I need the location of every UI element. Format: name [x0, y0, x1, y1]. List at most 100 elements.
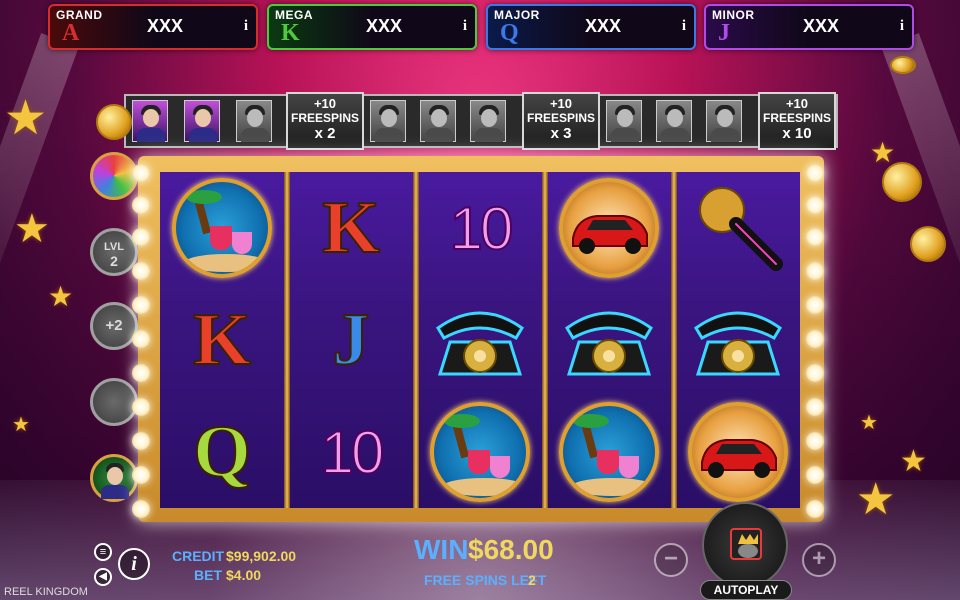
free-spins-left-value: 2	[528, 572, 536, 588]
info-icon[interactable]: i	[463, 18, 467, 35]
info-icon[interactable]: i	[244, 18, 248, 35]
bulb-light	[132, 500, 150, 518]
sound-button[interactable]: ◀	[94, 568, 112, 586]
gold-coin-icon	[910, 226, 946, 262]
multiplier-badge-icon	[90, 378, 138, 426]
star-icon: ★	[12, 414, 30, 436]
number-10-symbol: 10	[295, 400, 407, 504]
cocktail-coin-icon	[553, 400, 665, 504]
free-spins-prize: +10 FREESPINS x 3	[522, 92, 600, 150]
star-icon: ★	[860, 412, 878, 434]
credit-label: CREDIT	[172, 548, 225, 564]
level-badge: LVL 2	[90, 228, 138, 276]
symbol-text: J	[332, 298, 371, 382]
bulb-light	[806, 432, 824, 450]
bulb-light	[806, 296, 824, 314]
bulb-light	[132, 196, 150, 214]
jackpot-value: XXX	[146, 16, 184, 36]
bulb-light	[132, 330, 150, 348]
cocktail-coin-icon	[424, 400, 536, 504]
number-10-symbol: 10	[424, 176, 536, 280]
bulb-light	[806, 262, 824, 280]
prize-multiplier: x 2	[314, 125, 336, 142]
telephone-icon	[682, 288, 794, 392]
bulb-light	[132, 228, 150, 246]
autoplay-label: AUTOPLAY	[713, 583, 779, 597]
win-value: $68.00	[468, 534, 554, 565]
star-icon: ★	[900, 445, 927, 478]
bulb-light	[806, 364, 824, 382]
star-icon: ★	[14, 207, 50, 251]
gold-coin-icon	[96, 104, 132, 140]
letter-q-symbol: Q	[166, 400, 278, 504]
prize-label: FREESPINS	[290, 111, 359, 125]
empty-portrait-icon	[706, 100, 742, 142]
extra-spins-value: +2	[105, 317, 123, 334]
bulb-light	[132, 296, 150, 314]
bet-value: $4.00	[226, 567, 262, 583]
bulb-light	[806, 330, 824, 348]
jackpot-minor: MINOR J XXX i	[704, 4, 914, 50]
autoplay-button[interactable]: AUTOPLAY	[700, 580, 792, 600]
symbol-text: 10	[449, 194, 515, 263]
star-icon: ★	[48, 281, 74, 312]
credit-value: $99,902.00	[226, 548, 297, 564]
info-icon[interactable]: i	[900, 18, 904, 35]
spin-button[interactable]	[702, 502, 788, 588]
jackpot-value: XXX	[365, 16, 403, 36]
free-spins-prize: +10 FREESPINS x 10	[758, 92, 836, 150]
prize-spins: +10	[313, 96, 337, 111]
telephone-icon	[553, 288, 665, 392]
empty-portrait-icon	[420, 100, 456, 142]
menu-button[interactable]: ≡	[94, 543, 112, 561]
level-label: LVL	[104, 241, 124, 253]
symbol-text: 10	[320, 418, 386, 487]
bulb-light	[806, 164, 824, 182]
gorilla-logo-icon	[730, 528, 762, 560]
telephone-icon	[424, 288, 536, 392]
bulb-light	[132, 432, 150, 450]
bulb-light	[132, 164, 150, 182]
bet-label: BET	[194, 567, 222, 583]
cocktail-coin-icon	[166, 176, 278, 280]
prize-multiplier: x 3	[550, 125, 572, 142]
letter-k-symbol: K	[166, 288, 278, 392]
bulb-light	[132, 262, 150, 280]
jackpot-letter-icon: J	[718, 20, 730, 46]
plus-icon: +	[811, 545, 826, 572]
reel-divider	[671, 172, 677, 508]
singer-portrait-icon	[90, 454, 138, 502]
reels-area: K Q K J 10 10	[160, 172, 800, 508]
prize-spins: +10	[549, 96, 573, 111]
bulb-light	[806, 500, 824, 518]
gold-coin-icon	[890, 56, 916, 74]
collected-portrait-icon	[132, 100, 168, 142]
symbol-text: Q	[192, 410, 252, 494]
star-icon: ★	[4, 92, 48, 145]
jackpot-major: MAJOR Q XXX i	[486, 4, 696, 50]
car-coin-icon	[682, 400, 794, 504]
bulb-light	[806, 196, 824, 214]
info-icon[interactable]: i	[682, 18, 686, 35]
car-coin-icon	[553, 176, 665, 280]
prize-label: FREESPINS	[762, 111, 831, 125]
bet-plus-button[interactable]: +	[802, 543, 836, 577]
empty-portrait-icon	[370, 100, 406, 142]
prize-multiplier: x 10	[782, 125, 812, 142]
info-button[interactable]: i	[118, 548, 150, 580]
star-icon: ★	[856, 475, 896, 524]
bet-minus-button[interactable]: −	[654, 543, 688, 577]
jackpot-value: XXX	[802, 16, 840, 36]
prize-label: FREESPINS	[526, 111, 595, 125]
jackpot-letter-icon: Q	[500, 20, 519, 46]
microphone-icon	[682, 176, 794, 280]
jackpot-grand: GRAND A XXX i	[48, 4, 258, 50]
jackpot-value: XXX	[584, 16, 622, 36]
bulb-light	[806, 228, 824, 246]
level-value: 2	[110, 253, 118, 269]
bulb-light	[806, 398, 824, 416]
extra-spins-badge: +2	[90, 302, 138, 350]
free-spins-prize: +10 FREESPINS x 2	[286, 92, 364, 150]
bulb-light	[132, 398, 150, 416]
empty-portrait-icon	[236, 100, 272, 142]
